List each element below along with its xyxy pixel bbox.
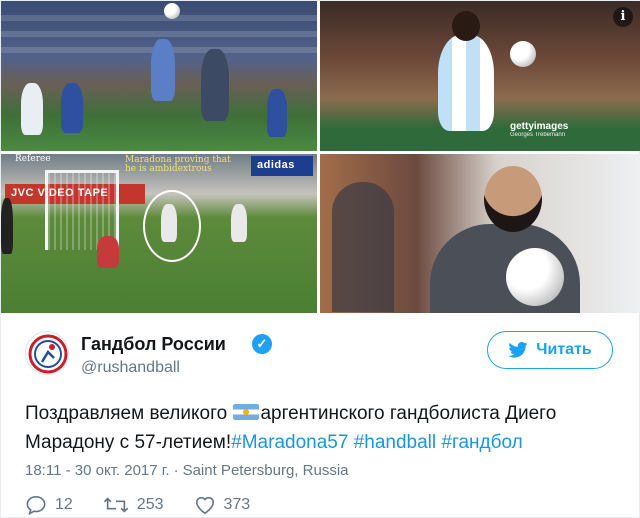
photo-maradona-1986[interactable]: gettyimages Georges Trebemann i: [320, 1, 640, 151]
tweet-timestamp[interactable]: 18:11 - 30 окт. 2017 г.: [25, 462, 170, 479]
avatar[interactable]: [25, 331, 69, 375]
info-icon[interactable]: i: [613, 7, 633, 27]
handball-logo-icon: [28, 334, 68, 374]
goalkeeper-figure: [201, 49, 229, 121]
referee-label: Referee: [15, 154, 51, 164]
twitter-bird-icon: [508, 342, 528, 358]
author-handle[interactable]: @rushandball: [81, 359, 180, 377]
player-figure: [61, 83, 83, 133]
tweet-actions: 12 253 373: [25, 495, 250, 515]
argentina-flag-icon: [233, 403, 260, 420]
hashtag-link[interactable]: #гандбол: [441, 432, 522, 453]
goalkeeper-figure: [97, 236, 119, 268]
tweet-card: gettyimages Georges Trebemann i JVC VIDE…: [0, 0, 640, 518]
stadium-stand: [1, 31, 317, 37]
player-figure: [161, 204, 177, 242]
meta-separator: ·: [173, 462, 179, 479]
referee-figure: [1, 198, 13, 254]
media-grid[interactable]: gettyimages Georges Trebemann i JVC VIDE…: [1, 1, 640, 313]
background-person: [332, 182, 394, 312]
retweet-button[interactable]: 253: [103, 495, 164, 515]
stadium-stand: [1, 15, 317, 21]
retweet-icon: [103, 497, 128, 513]
photo-hand-of-god[interactable]: [1, 1, 317, 151]
ad-board: adidas: [251, 156, 313, 176]
verified-badge-icon: ✓: [252, 334, 272, 354]
player-figure: [21, 83, 43, 135]
author-name[interactable]: Гандбол России: [81, 334, 226, 355]
photo-maradona-portrait[interactable]: [320, 154, 640, 313]
photo-annotated-replay[interactable]: JVC VIDEO TAPE adidas Referee Maradona p…: [1, 154, 317, 313]
tweet-meta: 18:11 - 30 окт. 2017 г. · Saint Petersburg…: [25, 462, 349, 479]
follow-label: Читать: [536, 341, 592, 358]
retweet-count: 253: [136, 496, 164, 513]
reply-count: 12: [55, 496, 73, 513]
watermark-brand: gettyimages: [510, 121, 569, 132]
player-head: [452, 11, 480, 41]
getty-watermark: gettyimages Georges Trebemann: [510, 121, 568, 138]
reply-button[interactable]: 12: [25, 495, 73, 515]
football: [506, 248, 564, 306]
player-figure: [438, 35, 494, 131]
player-figure: [151, 39, 175, 101]
tweet-text: Поздравляем великого аргентинского гандб…: [25, 399, 621, 457]
follow-button[interactable]: Читать: [487, 331, 613, 369]
player-figure: [267, 89, 287, 137]
annotation-text: Maradona proving that he is ambidextrous: [125, 155, 231, 175]
hashtag-link[interactable]: #Maradona57: [231, 432, 348, 453]
football: [164, 3, 180, 19]
player-figure: [231, 204, 247, 242]
heart-icon: [195, 496, 214, 515]
football: [510, 41, 536, 67]
hashtag-link[interactable]: #handball: [354, 432, 436, 453]
player-head: [484, 166, 542, 232]
like-button[interactable]: 373: [194, 495, 251, 515]
reply-icon: [26, 495, 46, 515]
tweet-location[interactable]: Saint Petersburg, Russia: [183, 462, 349, 479]
like-count: 373: [223, 496, 251, 513]
watermark-credit: Georges Trebemann: [510, 132, 566, 138]
tweet-text-part1: Поздравляем великого: [25, 403, 233, 424]
